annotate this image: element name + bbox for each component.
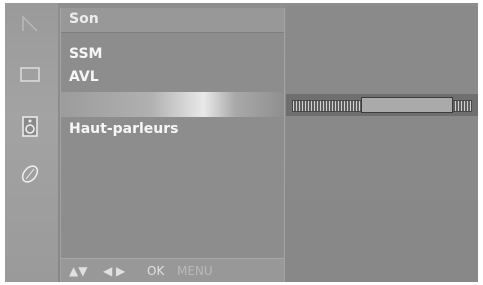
navigation-hint-bar: ▲▼ ◀ ▶ OK MENU — [61, 258, 284, 282]
menu-item-avl[interactable]: AVL — [69, 69, 99, 85]
sound-menu-panel: Son SSM AVL Haut-parleurs ▲▼ ◀ ▶ OK MENU — [60, 8, 285, 282]
menu-icon-column — [5, 3, 58, 282]
slider-thumb[interactable] — [361, 97, 453, 113]
menu-item-ssm[interactable]: SSM — [69, 46, 102, 62]
tv-screen: Son SSM AVL Haut-parleurs ▲▼ ◀ ▶ OK MENU — [5, 3, 478, 282]
menu-title: Son — [69, 11, 99, 27]
left-right-arrows-icon: ◀ ▶ — [103, 264, 126, 278]
ok-hint: OK — [147, 264, 165, 278]
picture-icon[interactable] — [17, 61, 43, 87]
channel-icon[interactable] — [17, 11, 43, 37]
menu-item-haut-parleurs[interactable]: Haut-parleurs — [69, 121, 179, 137]
adjustment-panel — [286, 6, 478, 282]
up-down-arrows-icon: ▲▼ — [69, 264, 88, 278]
menu-item-selected-highlight[interactable] — [61, 92, 284, 117]
menu-title-bar: Son — [61, 8, 284, 33]
sound-icon[interactable] — [17, 113, 43, 139]
menu-hint: MENU — [177, 264, 213, 278]
setup-icon[interactable] — [17, 161, 43, 187]
